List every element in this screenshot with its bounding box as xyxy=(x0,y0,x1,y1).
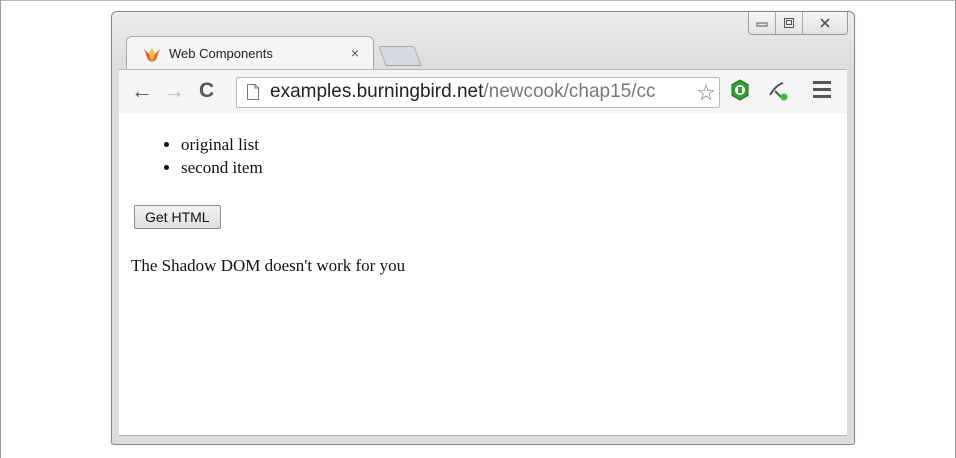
toolbar: ← → C examples.burningbird.net/newcook/c… xyxy=(119,69,847,114)
close-icon[interactable] xyxy=(802,12,847,34)
item-list: original list second item xyxy=(149,133,263,179)
tab-close-icon[interactable]: × xyxy=(351,45,359,61)
new-tab-button[interactable] xyxy=(378,46,422,66)
frame-border-top xyxy=(0,0,956,1)
url-host: examples.burningbird.net xyxy=(270,81,484,102)
minimize-icon[interactable] xyxy=(749,12,775,34)
get-html-button[interactable]: Get HTML xyxy=(134,205,221,229)
firefox-icon xyxy=(144,48,160,62)
status-message: The Shadow DOM doesn't work for you xyxy=(131,256,406,275)
url-text[interactable]: examples.burningbird.net/newcook/chap15/… xyxy=(270,81,656,103)
tab-title: Web Components xyxy=(169,46,273,61)
star-icon[interactable]: ☆ xyxy=(694,80,716,106)
menu-icon[interactable] xyxy=(813,81,831,102)
developer-tools-icon[interactable] xyxy=(767,79,791,103)
window-controls xyxy=(748,12,848,35)
reload-icon[interactable]: C xyxy=(199,79,214,103)
list-item: second item xyxy=(181,156,263,179)
back-arrow-icon[interactable]: ← xyxy=(131,79,153,103)
forward-arrow-icon[interactable]: → xyxy=(163,79,185,103)
address-bar[interactable]: examples.burningbird.net/newcook/chap15/… xyxy=(236,77,720,108)
frame-border-left xyxy=(0,0,1,458)
extension-icon[interactable] xyxy=(729,79,751,101)
page-icon xyxy=(247,84,259,100)
page-content: original list second item Get HTML The S… xyxy=(119,113,847,436)
browser-window: Web Components × ← → C examples.burningb… xyxy=(111,11,855,445)
maximize-icon[interactable] xyxy=(775,12,802,34)
list-item: original list xyxy=(181,133,263,156)
tab-web-components[interactable]: Web Components × xyxy=(126,36,374,71)
url-path: /newcook/chap15/cc xyxy=(483,81,656,102)
